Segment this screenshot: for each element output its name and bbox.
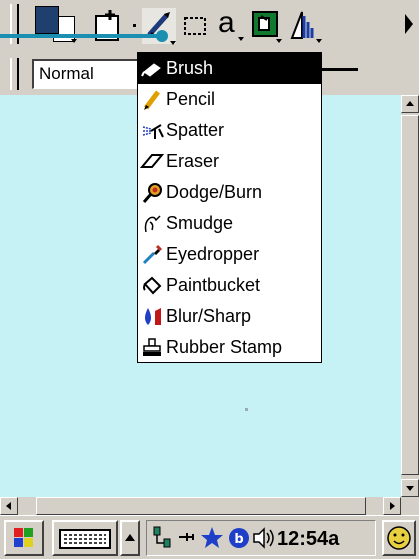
menu-item-dodge-burn[interactable]: Dodge/Burn <box>138 177 321 208</box>
arrow-right-icon <box>390 502 395 510</box>
pointer-dot <box>156 30 168 42</box>
menu-item-blur-sharp[interactable]: Blur/Sharp <box>138 301 321 332</box>
menu-item-paintbucket[interactable]: Paintbucket <box>138 270 321 301</box>
fill-bucket-icon <box>252 11 278 37</box>
canvas-speck <box>245 408 248 411</box>
brush-icon <box>141 62 161 77</box>
menu-item-label: Brush <box>166 58 214 78</box>
scroll-down-button[interactable] <box>401 479 419 497</box>
spatter-icon <box>142 123 164 139</box>
scroll-left-button[interactable] <box>0 497 18 515</box>
keyboard-button[interactable] <box>52 520 118 556</box>
clock[interactable]: 12:54a <box>277 529 339 549</box>
network-icon[interactable] <box>151 523 175 553</box>
foreground-color-swatch <box>35 6 59 34</box>
menu-item-label: Paintbucket <box>166 275 261 295</box>
horizontal-scrollbar[interactable] <box>0 497 401 515</box>
fill-tool-button[interactable] <box>250 8 282 43</box>
menu-item-spatter[interactable]: Spatter <box>138 115 321 146</box>
arrow-up-icon <box>406 101 414 106</box>
menu-item-label: Smudge <box>166 213 234 233</box>
svg-text:b: b <box>234 532 243 547</box>
scrollbar-corner <box>401 497 419 515</box>
toolbar-grip[interactable] <box>10 4 19 44</box>
text-tool-label: a <box>218 6 235 39</box>
menu-item-pencil[interactable]: Pencil <box>138 84 321 115</box>
user-button[interactable] <box>382 520 416 556</box>
menu-item-label: Eyedropper <box>166 244 260 264</box>
user-smiley-icon <box>387 526 411 550</box>
toolbar-scroll-right-button[interactable] <box>402 6 416 42</box>
menu-item-label: Dodge/Burn <box>166 182 263 202</box>
scroll-right-button[interactable] <box>383 497 401 515</box>
power-icon[interactable] <box>175 523 199 553</box>
scroll-up-button[interactable] <box>401 95 419 113</box>
menu-item-brush[interactable]: Brush <box>138 53 321 84</box>
selection-tool-button[interactable] <box>182 14 210 40</box>
menu-item-label: Pencil <box>166 89 216 109</box>
chevron-down-icon <box>316 39 322 43</box>
bluetooth-icon[interactable]: b <box>227 523 251 553</box>
menu-item-eyedropper[interactable]: Eyedropper <box>138 239 321 270</box>
arrow-right-icon <box>405 14 413 34</box>
system-tray: b 12:54a <box>146 520 376 556</box>
dodge-burn-icon <box>142 182 162 203</box>
main-toolbar: a <box>0 0 419 52</box>
volume-icon[interactable] <box>251 523 277 553</box>
chevron-down-icon <box>276 39 282 43</box>
eraser-icon <box>139 153 165 168</box>
eyedropper-icon <box>142 244 163 264</box>
chevron-down-icon <box>170 41 176 45</box>
start-button[interactable] <box>4 520 44 556</box>
opacity-slider-track[interactable] <box>322 68 358 71</box>
menu-item-smudge[interactable]: Smudge <box>138 208 321 239</box>
filter-tool-button[interactable] <box>288 8 322 43</box>
chevron-down-icon <box>238 37 244 41</box>
taskbar: b 12:54a <box>0 515 419 559</box>
toolbar-separator-dot <box>133 24 136 27</box>
paintbucket-icon <box>143 276 162 294</box>
blur-sharp-icon <box>145 307 161 325</box>
menu-item-label: Spatter <box>166 120 225 140</box>
vertical-scrollbar[interactable] <box>401 95 419 497</box>
blend-mode-select[interactable]: Normal <box>32 59 140 89</box>
rubber-stamp-icon <box>143 337 161 356</box>
pointer-line <box>0 34 160 38</box>
menu-item-rubber-stamp[interactable]: Rubber Stamp <box>138 332 321 363</box>
menu-item-eraser[interactable]: Eraser <box>138 146 321 177</box>
smudge-icon <box>144 214 161 232</box>
pencil-icon <box>144 90 160 110</box>
menu-item-label: Blur/Sharp <box>166 306 252 326</box>
input-method-menu-button[interactable] <box>120 520 140 556</box>
options-bar-grip[interactable] <box>10 58 19 90</box>
vertical-scroll-thumb[interactable] <box>401 115 419 475</box>
star-icon[interactable] <box>199 523 225 553</box>
arrow-left-icon <box>6 502 11 510</box>
text-tool-button[interactable]: a <box>214 6 244 41</box>
windows-flag-icon <box>14 528 33 547</box>
menu-item-label: Eraser <box>166 151 220 171</box>
arrow-down-icon <box>406 486 414 491</box>
menu-item-label: Rubber Stamp <box>166 337 283 357</box>
keyboard-icon <box>59 529 111 549</box>
chevron-down-icon <box>71 39 77 43</box>
horizontal-scroll-thumb[interactable] <box>36 497 366 515</box>
arrow-up-icon <box>125 534 135 541</box>
marquee-selection-icon <box>184 17 206 35</box>
filter-prism-icon <box>290 11 314 39</box>
paint-tool-menu: Brush Pencil Spatter Eraser Dodge/Burn S… <box>137 52 322 363</box>
